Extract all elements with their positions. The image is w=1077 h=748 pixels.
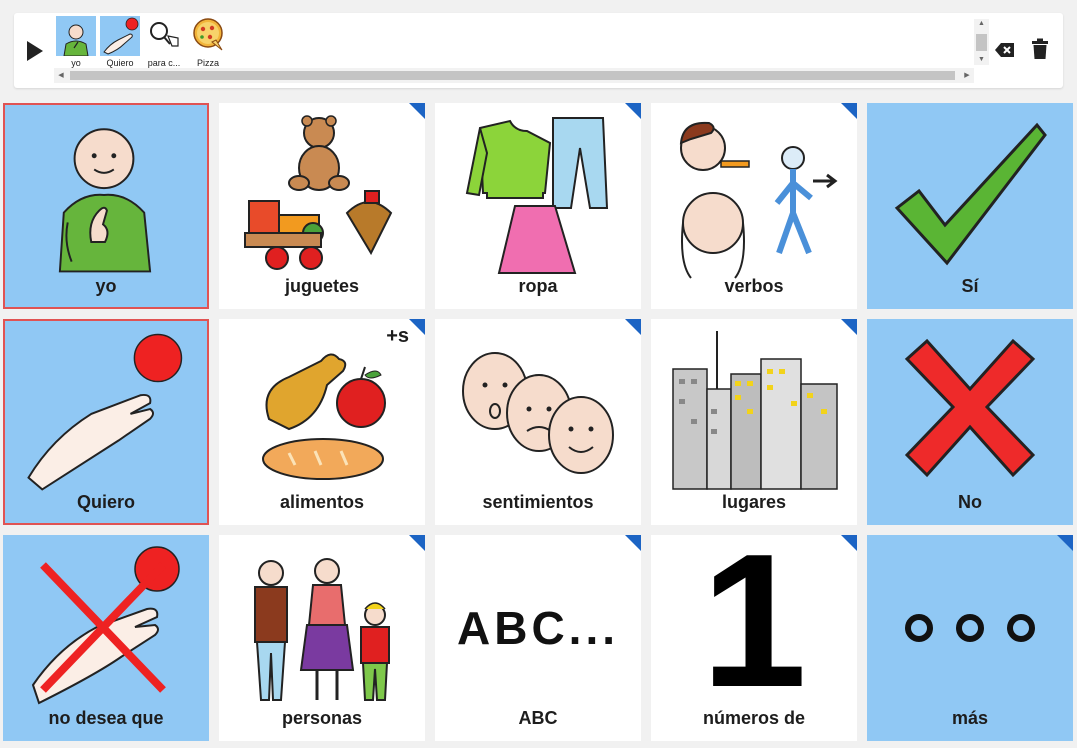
tile-label: Sí — [961, 276, 979, 296]
tile-quiero[interactable]: Quiero — [3, 319, 209, 525]
tile-label: lugares — [721, 492, 787, 512]
vertical-scrollbar[interactable]: ▲ ▼ — [974, 19, 989, 65]
tile-label: no desea que — [48, 708, 164, 728]
tile-ropa[interactable]: ropa — [435, 103, 641, 309]
tile-abc[interactable]: ABC... ABC — [435, 535, 641, 741]
folder-corner-icon — [625, 319, 641, 335]
tile-sentimientos[interactable]: sentimientos — [435, 319, 641, 525]
tile-personas[interactable]: personas — [219, 535, 425, 741]
folder-corner-icon — [409, 535, 425, 551]
tile-label: personas — [281, 708, 363, 728]
clothes-icon — [465, 117, 609, 274]
horizontal-scrollbar[interactable]: ◀ ▶ — [54, 68, 974, 83]
tile-label: juguetes — [284, 276, 359, 296]
tile-label: números de — [702, 708, 806, 728]
more-dots-icon — [905, 614, 1035, 642]
folder-corner-icon — [1057, 535, 1073, 551]
number-one-art: 1 — [701, 535, 807, 727]
sentence-item-pizza[interactable]: Pizza — [188, 16, 228, 70]
scroll-down-icon[interactable]: ▼ — [974, 55, 989, 65]
folder-corner-icon — [625, 103, 641, 119]
tile-mas[interactable]: más — [867, 535, 1073, 741]
crossed-hand-ball-icon — [31, 546, 180, 705]
sentence-item-yo[interactable]: yo — [56, 16, 96, 70]
scroll-thumb[interactable] — [70, 71, 955, 80]
folder-corner-icon — [841, 535, 857, 551]
toys-icon — [244, 115, 393, 270]
pizza-icon — [188, 16, 228, 56]
sentence-item-label: Pizza — [196, 58, 219, 68]
folder-corner-icon — [625, 535, 641, 551]
tile-si[interactable]: Sí — [867, 103, 1073, 309]
abc-art: ABC... — [457, 602, 619, 654]
actions-icon — [679, 121, 838, 279]
check-mark-icon — [894, 122, 1047, 266]
faces-icon — [462, 352, 614, 474]
tile-label: más — [951, 708, 989, 728]
sentence-bar: yo Quiero para c... Pizza ▲ ▼ ◀ ▶ — [14, 13, 1063, 88]
magnifier-hand-icon — [144, 16, 184, 56]
sentence-item-label: para c... — [147, 58, 181, 68]
tile-label: yo — [95, 276, 117, 296]
scroll-up-icon[interactable]: ▲ — [974, 19, 989, 29]
tile-label: verbos — [724, 276, 784, 296]
tile-no-desea-que[interactable]: no desea que — [3, 535, 209, 741]
sentence-item-para[interactable]: para c... — [144, 16, 184, 70]
scroll-thumb[interactable] — [976, 34, 987, 51]
tile-label: Quiero — [76, 492, 135, 512]
person-pointing-self-icon — [56, 16, 96, 57]
sentence-item-label: yo — [71, 58, 81, 68]
hand-reaching-ball-icon — [27, 333, 183, 491]
hand-reaching-ball-icon — [100, 16, 140, 56]
tile-numeros-de[interactable]: 1 números de — [651, 535, 857, 741]
scroll-right-icon[interactable]: ▶ — [960, 68, 974, 83]
backspace-icon[interactable] — [994, 39, 1016, 61]
tile-lugares[interactable]: lugares — [651, 319, 857, 525]
red-x-icon — [904, 338, 1036, 478]
play-icon[interactable] — [24, 39, 46, 63]
trash-icon[interactable] — [1031, 38, 1049, 60]
sentence-item-quiero[interactable]: Quiero — [100, 16, 140, 70]
sentence-strip: yo Quiero para c... Pizza — [54, 16, 974, 70]
folder-corner-icon — [409, 103, 425, 119]
scroll-left-icon[interactable]: ◀ — [54, 68, 68, 83]
city-icon — [672, 331, 838, 490]
tile-alimentos[interactable]: +s alimentos — [219, 319, 425, 525]
family-icon — [254, 558, 390, 701]
tile-yo[interactable]: yo — [3, 103, 209, 309]
tile-juguetes[interactable]: juguetes — [219, 103, 425, 309]
tile-label: alimentos — [279, 492, 365, 512]
plural-mark: +s — [386, 325, 409, 347]
tile-label: sentimientos — [482, 492, 594, 512]
person-pointing-self-icon — [58, 128, 152, 273]
tile-label: No — [958, 492, 982, 512]
tile-no[interactable]: No — [867, 319, 1073, 525]
tile-label: ropa — [518, 276, 558, 296]
folder-corner-icon — [841, 319, 857, 335]
tile-label: ABC — [518, 708, 558, 728]
folder-corner-icon — [409, 319, 425, 335]
tile-verbos[interactable]: verbos — [651, 103, 857, 309]
sentence-item-label: Quiero — [106, 58, 134, 68]
folder-corner-icon — [841, 103, 857, 119]
